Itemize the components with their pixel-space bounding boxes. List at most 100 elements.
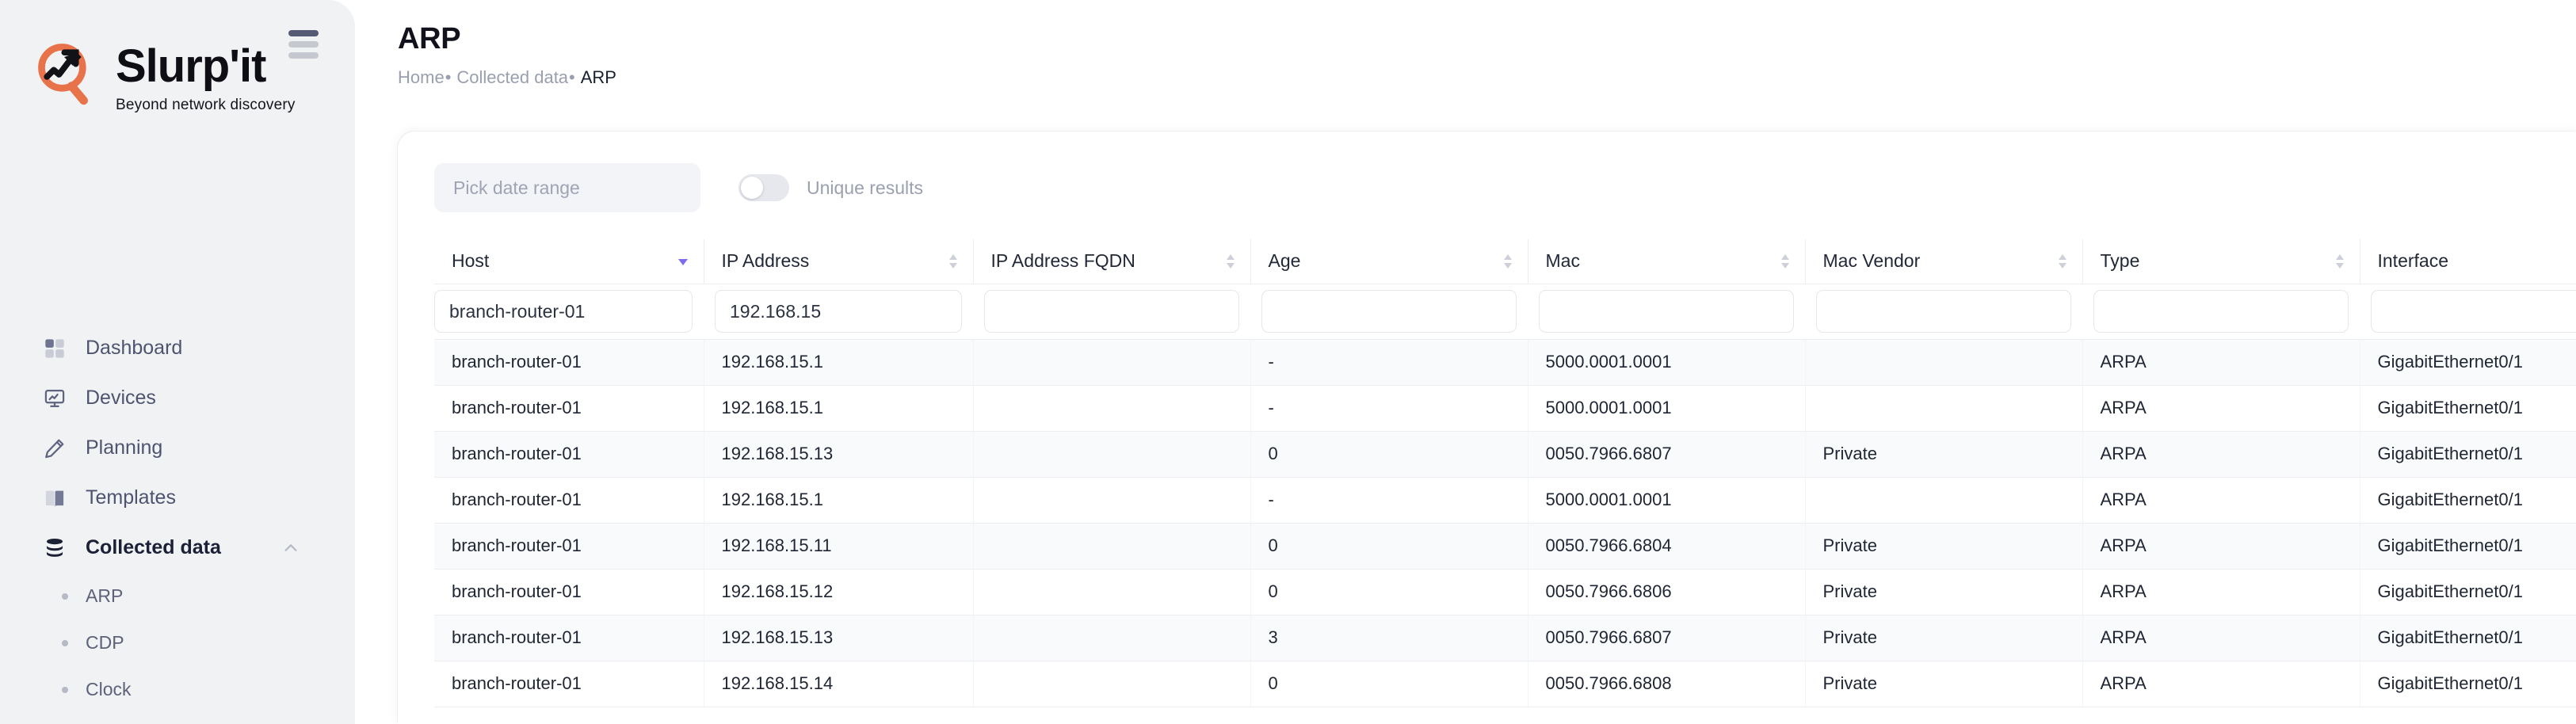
brand-tagline: Beyond network discovery xyxy=(116,96,296,113)
sort-desc-icon[interactable] xyxy=(677,253,689,269)
table-row[interactable]: branch-router-01 192.168.15.13 0 0050.7966.… xyxy=(434,431,2576,478)
column-label: IP Address xyxy=(721,250,810,272)
table-filter-row xyxy=(434,284,2576,340)
filter-input-ip-address[interactable] xyxy=(715,290,962,333)
column-header-ip-address-fqdn[interactable]: IP Address FQDN xyxy=(972,239,1250,284)
table-cell: branch-router-01 xyxy=(434,431,704,478)
table-row[interactable]: branch-router-01 192.168.15.1 -5000.0001.0… xyxy=(434,385,2576,432)
column-header-host[interactable]: Host xyxy=(434,239,704,284)
sidebar-item-templates[interactable]: Templates xyxy=(0,473,355,523)
table-cell: ARPA xyxy=(2082,477,2360,524)
table-cell: 0 xyxy=(1250,661,1528,707)
table-cell: Private xyxy=(1804,661,2082,707)
table-row[interactable]: branch-router-01 192.168.15.1 -5000.0001.0… xyxy=(434,477,2576,524)
unique-results-toggle[interactable]: Unique results xyxy=(738,174,923,201)
table-cell xyxy=(972,477,1250,524)
bullet-icon xyxy=(62,639,68,646)
date-range-picker[interactable]: Pick date range xyxy=(434,163,700,212)
table-cell: branch-router-01 xyxy=(434,569,704,615)
table-cell xyxy=(1804,477,2082,524)
table-cell xyxy=(1804,339,2082,386)
menu-toggle-button[interactable] xyxy=(288,30,319,59)
sidebar-subitem-clock[interactable]: Clock xyxy=(0,666,355,713)
filter-cell-age xyxy=(1250,284,1528,340)
table-cell: 5000.0001.0001 xyxy=(1527,477,1805,524)
table-cell: 192.168.15.1 xyxy=(703,477,973,524)
table-cell xyxy=(1804,385,2082,432)
sort-neutral-icon[interactable] xyxy=(1780,253,1791,270)
breadcrumb: Home • Collected data • ARP xyxy=(398,67,2576,88)
table-row[interactable]: branch-router-01 192.168.15.11 0 0050.7966.… xyxy=(434,523,2576,570)
unique-results-label: Unique results xyxy=(807,177,924,198)
sidebar-item-dashboard[interactable]: Dashboard xyxy=(0,323,355,373)
filter-input-mac-vendor[interactable] xyxy=(1816,290,2071,333)
sidebar-item-planning[interactable]: Planning xyxy=(0,423,355,473)
sort-neutral-icon[interactable] xyxy=(2334,253,2345,270)
filter-input-mac[interactable] xyxy=(1539,290,1794,333)
page-title: ARP xyxy=(398,22,461,55)
sort-neutral-icon[interactable] xyxy=(1225,253,1236,270)
bullet-icon xyxy=(62,593,68,600)
sidebar-subnav-collected-data: ARP CDP Clock xyxy=(0,573,355,713)
column-header-mac-vendor[interactable]: Mac Vendor xyxy=(1804,239,2082,284)
sort-neutral-icon[interactable] xyxy=(948,253,959,270)
sidebar-item-label: Templates xyxy=(86,486,176,509)
grid-icon xyxy=(43,337,67,360)
sidebar-item-devices[interactable]: Devices xyxy=(0,373,355,423)
table-cell: 0050.7966.6807 xyxy=(1527,615,1805,661)
column-header-interface[interactable]: Interface xyxy=(2359,239,2576,284)
column-header-mac[interactable]: Mac xyxy=(1527,239,1805,284)
table-row[interactable]: branch-router-01 192.168.15.12 0 0050.7966.… xyxy=(434,569,2576,615)
filter-input-age[interactable] xyxy=(1261,290,1517,333)
toggle-track[interactable] xyxy=(738,174,789,201)
table-cell: - xyxy=(1250,477,1528,524)
table-cell: branch-router-01 xyxy=(434,339,704,386)
sidebar-item-label: Devices xyxy=(86,387,156,409)
sidebar-item-collected-data[interactable]: Collected data xyxy=(0,523,355,573)
table-cell: Private xyxy=(1804,569,2082,615)
table-container: Host IP Address IP Address FQDN Age Mac … xyxy=(398,239,2576,724)
filter-input-host[interactable] xyxy=(434,290,693,333)
table-head: Host IP Address IP Address FQDN Age Mac … xyxy=(434,239,2576,340)
breadcrumb-separator: • xyxy=(569,67,575,87)
filter-input-ip-address-fqdn[interactable] xyxy=(984,290,1239,333)
table-cell: Private xyxy=(1804,615,2082,661)
table-cell xyxy=(972,431,1250,478)
sort-neutral-icon[interactable] xyxy=(1502,253,1513,270)
table-row[interactable]: branch-router-01 192.168.15.13 3 0050.7966.… xyxy=(434,615,2576,661)
table-row[interactable]: branch-router-01 192.168.15.14 0 0050.7966.… xyxy=(434,661,2576,707)
column-header-ip-address[interactable]: IP Address xyxy=(703,239,973,284)
brand-logo[interactable]: Slurp'it Beyond network discovery xyxy=(32,34,296,114)
table-row[interactable]: branch-router-01 192.168.15.1 -5000.0001.0… xyxy=(434,339,2576,386)
sidebar-subitem-cdp[interactable]: CDP xyxy=(0,619,355,666)
table-cell: - xyxy=(1250,339,1528,386)
table-cell xyxy=(972,523,1250,570)
column-header-age[interactable]: Age xyxy=(1250,239,1528,284)
breadcrumb-item-collected-data[interactable]: Collected data xyxy=(456,67,568,88)
page-header: ARP Home • Collected data • ARP xyxy=(355,0,2576,88)
breadcrumb-item-home[interactable]: Home xyxy=(398,67,445,88)
database-icon xyxy=(43,536,67,560)
table-cell: GigabitEthernet0/1 xyxy=(2359,615,2576,661)
breadcrumb-item-arp: ARP xyxy=(580,67,616,87)
content-panel: Pick date range Unique results Host IP A… xyxy=(398,131,2576,724)
chevron-up-icon[interactable] xyxy=(282,539,300,557)
filter-input-type[interactable] xyxy=(2093,290,2349,333)
toggle-knob xyxy=(741,177,763,199)
app-root: Slurp'it Beyond network discovery Dashbo… xyxy=(0,0,2576,724)
sidebar-subitem-arp[interactable]: ARP xyxy=(0,573,355,619)
table-cell: ARPA xyxy=(2082,523,2360,570)
filter-input-interface[interactable] xyxy=(2371,290,2576,333)
column-header-type[interactable]: Type xyxy=(2082,239,2360,284)
table-cell: branch-router-01 xyxy=(434,615,704,661)
book-icon xyxy=(43,486,67,510)
main-content: ARP Home • Collected data • ARP Pick dat… xyxy=(355,0,2576,724)
table-cell: 0050.7966.6806 xyxy=(1527,569,1805,615)
table-cell: ARPA xyxy=(2082,661,2360,707)
sidebar-subitem-label: CDP xyxy=(86,632,124,653)
filter-cell-host xyxy=(434,284,704,340)
hamburger-bar-top xyxy=(288,30,319,36)
sort-neutral-icon[interactable] xyxy=(2057,253,2068,270)
table-cell: 192.168.15.12 xyxy=(703,569,973,615)
table-body: branch-router-01 192.168.15.1-5000.0001.0… xyxy=(434,339,2576,707)
